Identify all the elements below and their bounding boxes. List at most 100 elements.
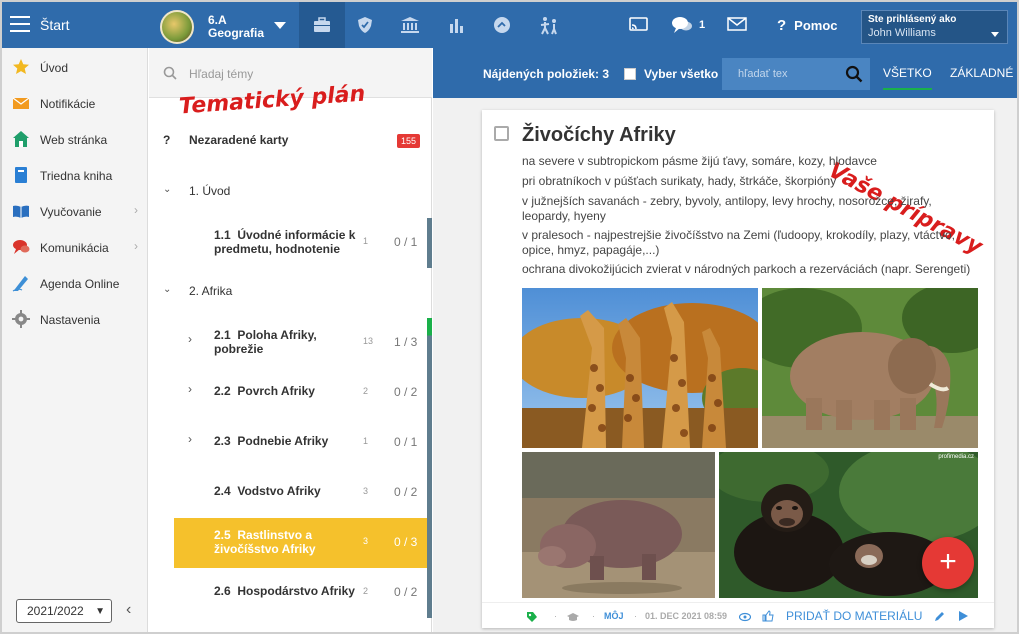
sidebar: Úvod Notifikácie Web stránka Triedna kni… xyxy=(2,48,148,632)
chapter-row[interactable]: ⌄ 1. Úvod xyxy=(163,184,413,200)
house-icon xyxy=(13,131,29,147)
giraffes-image xyxy=(522,288,758,448)
progress-fraction: 0 / 1 xyxy=(394,235,418,249)
topic-row-selected[interactable]: 2.5 Rastlinstvo a živočíšstvo Afriky 3 0… xyxy=(174,518,432,568)
card-count: 3 xyxy=(363,536,369,546)
filter-search-input[interactable]: hľadať tex xyxy=(722,58,870,90)
graduation-cap-icon xyxy=(567,613,579,621)
materials-panel: Nájdených položiek: 3 Vyber všetko hľada… xyxy=(433,48,1017,632)
chapter-row[interactable]: ⌄ 2. Afrika xyxy=(163,284,413,300)
tag-icon[interactable] xyxy=(526,611,538,623)
user-name: John Williams xyxy=(868,27,936,39)
bar-chart-icon[interactable] xyxy=(448,16,466,34)
found-count: Nájdených položiek: 3 xyxy=(483,67,610,81)
topics-panel: Hľadaj témy Tematický plán ? Nezaradené … xyxy=(149,48,432,632)
help-link[interactable]: ? Pomoc xyxy=(777,17,838,34)
chevron-down-icon xyxy=(274,22,286,29)
chevron-right-icon[interactable]: › xyxy=(188,382,192,396)
card-text-line: v pralesoch - najpestrejšie živočíšstvo … xyxy=(522,228,956,257)
progress-fraction: 0 / 2 xyxy=(394,485,418,499)
chevron-down-icon: ▼ xyxy=(95,606,105,617)
progress-bar xyxy=(427,418,432,468)
card-text-line: v južnejších savanách - zebry, byvoly, a… xyxy=(522,194,932,223)
school-year-select[interactable]: 2021/2022 ▼ xyxy=(16,599,112,623)
eye-icon[interactable] xyxy=(739,612,751,622)
institution-icon[interactable] xyxy=(400,16,420,34)
question-icon: ? xyxy=(163,133,171,147)
topic-row[interactable]: › 2.3 Podnebie Afriky 1 0 / 1 xyxy=(174,418,432,468)
card-count: 3 xyxy=(363,486,369,496)
pencil-icon[interactable] xyxy=(934,610,946,622)
card-title: Živočíchy Afriky xyxy=(522,124,676,146)
add-to-material-button[interactable]: PRIDAŤ DO MATERIÁLU xyxy=(786,609,922,623)
materials-toolbar: Nájdených položiek: 3 Vyber všetko hľada… xyxy=(433,48,1017,98)
mail-icon[interactable] xyxy=(727,16,747,34)
select-all-label[interactable]: Vyber všetko xyxy=(644,67,718,81)
user-menu[interactable]: Ste prihlásený ako John Williams xyxy=(861,10,1008,44)
cast-icon[interactable] xyxy=(629,16,649,34)
shield-icon[interactable] xyxy=(356,16,374,34)
add-material-fab[interactable]: + xyxy=(922,537,974,589)
tab-basic[interactable]: ZÁKLADNÉ xyxy=(950,66,1013,80)
unassigned-cards[interactable]: ? Nezaradené karty 155 xyxy=(149,128,432,152)
question-icon: ? xyxy=(777,17,787,34)
progress-fraction: 1 / 3 xyxy=(394,335,418,349)
topic-row[interactable]: › 2.1 Poloha Afriky, pobrežie 13 1 / 3 xyxy=(174,318,432,368)
progress-bar xyxy=(427,368,432,418)
messages-icon[interactable] xyxy=(671,16,693,34)
progress-bar xyxy=(427,218,432,268)
book-icon xyxy=(15,167,27,183)
briefcase-icon xyxy=(314,17,330,32)
chat-icon xyxy=(13,240,30,254)
card-text-line: na severe v subtropickom pásme žijú ťavy… xyxy=(522,154,877,168)
play-icon[interactable] xyxy=(958,610,969,622)
collapse-sidebar-icon[interactable]: ‹ xyxy=(126,601,131,619)
start-link[interactable]: Štart xyxy=(40,17,70,33)
tab-all[interactable]: VŠETKO xyxy=(883,66,932,90)
topic-row[interactable]: › 2.2 Povrch Afriky 2 0 / 2 xyxy=(174,368,432,418)
tab-materials[interactable] xyxy=(299,2,345,48)
hippo-image xyxy=(522,452,715,598)
card-date: 01. DEC 2021 08:59 xyxy=(645,611,728,621)
star-icon xyxy=(13,59,29,74)
card-text-line: ochrana divokožijúcich zvierat v národný… xyxy=(522,262,971,276)
unassigned-count-badge: 155 xyxy=(397,134,421,148)
speedometer-icon[interactable] xyxy=(493,16,511,34)
pen-icon xyxy=(12,276,28,292)
owner-label: MÔJ xyxy=(604,611,624,621)
elephant-image xyxy=(762,288,978,448)
card-count: 1 xyxy=(363,436,369,446)
topic-row[interactable]: 1.1 Úvodné informácie k predmetu, hodnot… xyxy=(174,218,432,268)
progress-bar xyxy=(427,468,432,518)
chevron-right-icon[interactable]: › xyxy=(188,432,192,446)
chevron-down-icon[interactable]: ⌄ xyxy=(163,184,171,195)
topic-row[interactable]: 2.4 Vodstvo Afriky 3 0 / 2 xyxy=(174,468,432,518)
progress-bar xyxy=(427,568,432,618)
card-count: 2 xyxy=(363,586,369,596)
progress-fraction: 0 / 1 xyxy=(394,435,418,449)
card-footer: · · MÔJ · 01. DEC 2021 08:59 PRIDAŤ DO M… xyxy=(482,602,994,628)
progress-bar xyxy=(427,318,432,368)
search-icon[interactable] xyxy=(845,65,863,83)
chevron-down-icon[interactable]: ⌄ xyxy=(163,284,171,295)
open-book-icon xyxy=(13,205,29,218)
card-count: 1 xyxy=(363,236,369,246)
app-window: Štart 6.A Geografia 1 ? Pomoc Ste prihláse… xyxy=(0,0,1019,634)
like-icon[interactable] xyxy=(762,610,774,622)
chevron-right-icon[interactable]: › xyxy=(188,332,192,346)
hamburger-menu-icon[interactable] xyxy=(10,16,30,37)
select-all-checkbox[interactable] xyxy=(624,68,636,80)
search-icon xyxy=(163,66,177,80)
chevron-right-icon: › xyxy=(134,239,138,253)
class-avatar xyxy=(160,10,194,44)
chevron-right-icon: › xyxy=(134,203,138,217)
chevron-down-icon xyxy=(991,32,999,37)
messages-count: 1 xyxy=(699,19,706,31)
card-text-line: pri obratníkoch v púšťach surikaty, hady… xyxy=(522,174,837,188)
card-count: 2 xyxy=(363,386,369,396)
accessibility-icon[interactable] xyxy=(537,16,559,35)
topic-row[interactable]: 2.6 Hospodárstvo Afriky 2 0 / 2 xyxy=(174,568,432,618)
material-card[interactable]: Živočíchy Afriky Vaše prípravy na severe… xyxy=(482,110,994,628)
card-checkbox[interactable] xyxy=(494,126,509,141)
search-input[interactable]: Hľadaj témy xyxy=(189,67,253,81)
